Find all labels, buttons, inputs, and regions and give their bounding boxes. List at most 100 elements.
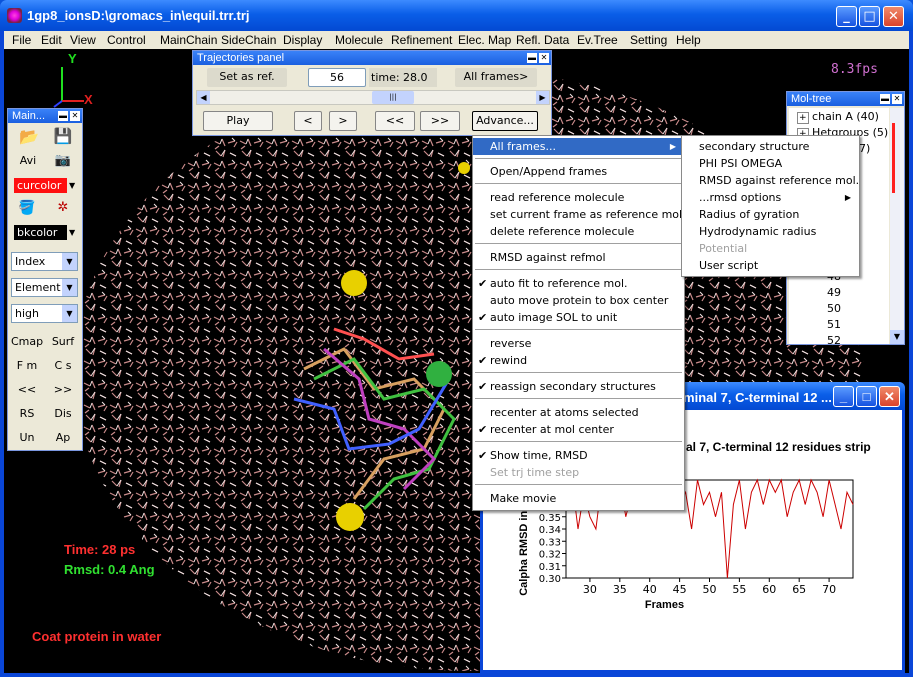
bkcolor-swatch[interactable]: bkcolor xyxy=(14,225,67,240)
cs-button[interactable]: C s xyxy=(46,359,80,372)
paint-bucket-icon[interactable]: 🪣 xyxy=(16,200,38,220)
toolbox-close-button[interactable]: ✕ xyxy=(70,111,80,121)
menu-item-recenter-mol[interactable]: ✔ recenter at mol center xyxy=(473,421,684,438)
rewind-button[interactable]: << xyxy=(10,383,44,396)
maximize-button[interactable]: □ xyxy=(859,6,880,27)
all-frames-button[interactable]: All frames> xyxy=(455,68,537,87)
menu-item-rewind[interactable]: ✔ rewind xyxy=(473,352,684,369)
submenu-item-rmsd-reference[interactable]: RMSD against reference mol. xyxy=(682,172,859,189)
play-button[interactable]: Play xyxy=(203,111,273,131)
atom-color-icon[interactable]: ✲ xyxy=(52,200,74,220)
fm-button[interactable]: F m xyxy=(10,359,44,372)
submenu-item-secondary-structure[interactable]: secondary structure xyxy=(682,138,859,155)
ap-button[interactable]: Ap xyxy=(46,431,80,444)
menu-item-all-frames[interactable]: All frames... ▶ xyxy=(473,138,684,155)
tree-node[interactable]: 7) xyxy=(859,142,870,155)
label-mode-select[interactable]: Index ▼ xyxy=(11,252,78,271)
avi-button[interactable]: Avi xyxy=(14,154,42,172)
main-toolbox-titlebar: Main... ▬ ✕ xyxy=(8,109,82,123)
menu-item-rmsd-refmol[interactable]: RMSD against refmol xyxy=(473,249,684,266)
menu-item-auto-image[interactable]: ✔ auto image SOL to unit xyxy=(473,309,684,326)
tree-leaf[interactable]: 52 xyxy=(827,334,841,347)
frame-scrollbar[interactable]: ◀ ||| ▶ xyxy=(196,90,550,105)
menu-setting[interactable]: Setting xyxy=(630,33,667,47)
submenu-item-hydrodynamic-radius[interactable]: Hydrodynamic radius xyxy=(682,223,859,240)
label-mode-value: Index xyxy=(15,255,46,268)
menu-view[interactable]: View xyxy=(70,33,96,47)
menu-item-set-current-reference[interactable]: set current frame as reference mol. xyxy=(473,206,686,223)
curcolor-swatch[interactable]: curcolor xyxy=(14,178,67,193)
menu-sidechain[interactable]: SideChain xyxy=(221,33,276,47)
scroll-right-arrow-icon[interactable]: ▶ xyxy=(536,91,549,104)
camera-icon[interactable]: 📷 xyxy=(52,153,74,171)
chevron-down-icon[interactable]: ▼ xyxy=(62,305,77,322)
panel-close-button[interactable]: ✕ xyxy=(539,53,549,63)
moltree-minimize-button[interactable]: ▬ xyxy=(880,94,890,104)
submenu-item-rmsd-options[interactable]: ...rmsd options ▶ xyxy=(682,189,859,206)
prev-frame-button[interactable]: < xyxy=(294,111,322,131)
graph-maximize-button[interactable]: □ xyxy=(856,386,877,407)
menu-item-auto-move[interactable]: auto move protein to box center xyxy=(473,292,684,309)
save-disk-icon[interactable]: 💾 xyxy=(52,127,74,149)
forward-button[interactable]: >> xyxy=(46,383,80,396)
submenu-item-user-script[interactable]: User script xyxy=(682,257,859,274)
tree-leaf[interactable]: 51 xyxy=(827,318,841,331)
scroll-left-arrow-icon[interactable]: ◀ xyxy=(197,91,210,104)
menu-item-reverse[interactable]: reverse xyxy=(473,335,684,352)
set-as-ref-button[interactable]: Set as ref. xyxy=(207,68,287,87)
menu-file[interactable]: File xyxy=(12,33,31,47)
menu-item-read-reference[interactable]: read reference molecule xyxy=(473,189,684,206)
close-button[interactable]: ✕ xyxy=(883,6,904,27)
frame-number-field[interactable]: 56 xyxy=(308,68,366,87)
chevron-down-icon[interactable]: ▼ xyxy=(62,279,77,296)
expand-plus-icon[interactable]: + xyxy=(797,112,809,124)
un-button[interactable]: Un xyxy=(10,431,44,444)
menu-ev-tree[interactable]: Ev.Tree xyxy=(577,33,618,47)
menu-item-reassign-ss[interactable]: ✔ reassign secondary structures xyxy=(473,378,684,395)
menu-refl-data[interactable]: Refl. Data xyxy=(516,33,569,47)
scroll-down-arrow-icon[interactable]: ▼ xyxy=(890,330,904,344)
menu-item-recenter-selected[interactable]: recenter at atoms selected xyxy=(473,404,684,421)
menu-item-show-time[interactable]: ✔ Show time, RMSD xyxy=(473,447,684,464)
first-frame-button[interactable]: << xyxy=(375,111,415,131)
menu-item-make-movie[interactable]: Make movie xyxy=(473,490,684,507)
menu-molecule[interactable]: Molecule xyxy=(335,33,383,47)
cmap-button[interactable]: Cmap xyxy=(10,335,44,348)
submenu-item-radius-gyration[interactable]: Radius of gyration xyxy=(682,206,859,223)
rs-button[interactable]: RS xyxy=(10,407,44,420)
moltree-close-button[interactable]: ✕ xyxy=(892,94,902,104)
menu-item-delete-reference[interactable]: delete reference molecule xyxy=(473,223,684,240)
quality-select[interactable]: high ▼ xyxy=(11,304,78,323)
menu-elec-map[interactable]: Elec. Map xyxy=(458,33,511,47)
menu-mainchain[interactable]: MainChain xyxy=(160,33,217,47)
last-frame-button[interactable]: >> xyxy=(420,111,460,131)
menu-help[interactable]: Help xyxy=(676,33,701,47)
tree-leaf[interactable]: 49 xyxy=(827,286,841,299)
menu-item-open-append[interactable]: Open/Append frames xyxy=(473,163,684,180)
tree-scrollbar[interactable]: ▼ xyxy=(890,108,904,344)
menu-display[interactable]: Display xyxy=(283,33,322,47)
graph-minimize-button[interactable]: _ xyxy=(833,386,854,407)
menu-control[interactable]: Control xyxy=(107,33,146,47)
bkcolor-dropdown-icon[interactable]: ▼ xyxy=(69,228,75,237)
menu-item-label: Show time, RMSD xyxy=(490,449,588,462)
color-mode-select[interactable]: Element t ▼ xyxy=(11,278,78,297)
toolbox-minimize-button[interactable]: ▬ xyxy=(58,111,68,121)
dis-button[interactable]: Dis xyxy=(46,407,80,420)
minimize-button[interactable]: _ xyxy=(836,6,857,27)
chevron-down-icon[interactable]: ▼ xyxy=(62,253,77,270)
next-frame-button[interactable]: > xyxy=(329,111,357,131)
tree-leaf[interactable]: 50 xyxy=(827,302,841,315)
submenu-item-phi-psi-omega[interactable]: PHI PSI OMEGA xyxy=(682,155,859,172)
curcolor-dropdown-icon[interactable]: ▼ xyxy=(69,181,75,190)
scrollbar-thumb[interactable]: ||| xyxy=(372,91,414,104)
surf-button[interactable]: Surf xyxy=(46,335,80,348)
open-folder-icon[interactable]: 📂 xyxy=(18,127,40,149)
panel-minimize-button[interactable]: ▬ xyxy=(527,53,537,63)
tree-node[interactable]: + chain A (40) xyxy=(797,110,879,124)
menu-item-auto-fit[interactable]: ✔ auto fit to reference mol. xyxy=(473,275,684,292)
menu-edit[interactable]: Edit xyxy=(41,33,62,47)
menu-refinement[interactable]: Refinement xyxy=(391,33,452,47)
advance-button[interactable]: Advance... xyxy=(472,111,538,131)
graph-close-button[interactable]: ✕ xyxy=(879,386,900,407)
